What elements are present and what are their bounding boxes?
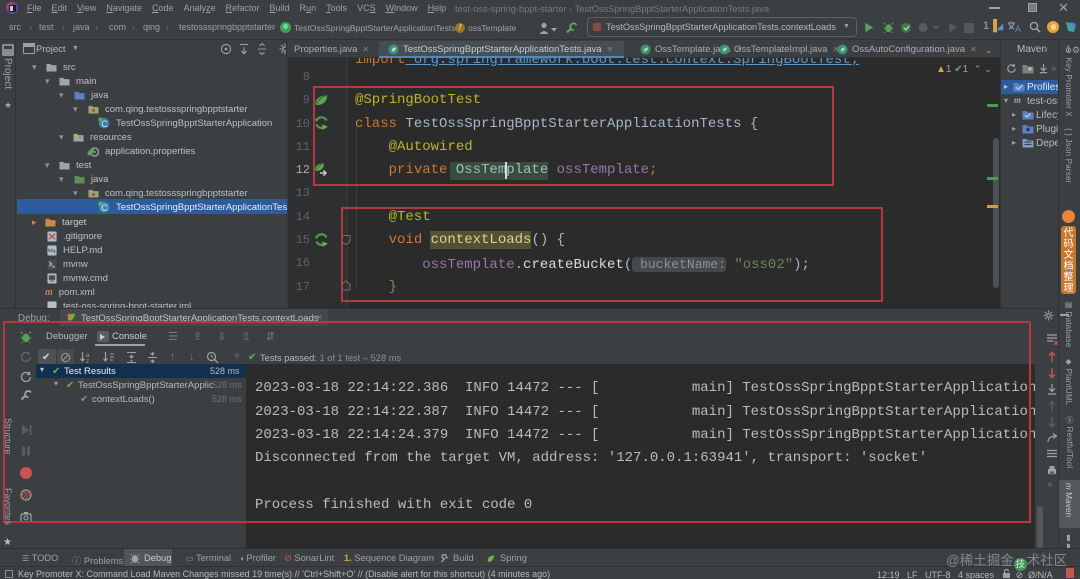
svg-text:A: A (1015, 24, 1021, 33)
